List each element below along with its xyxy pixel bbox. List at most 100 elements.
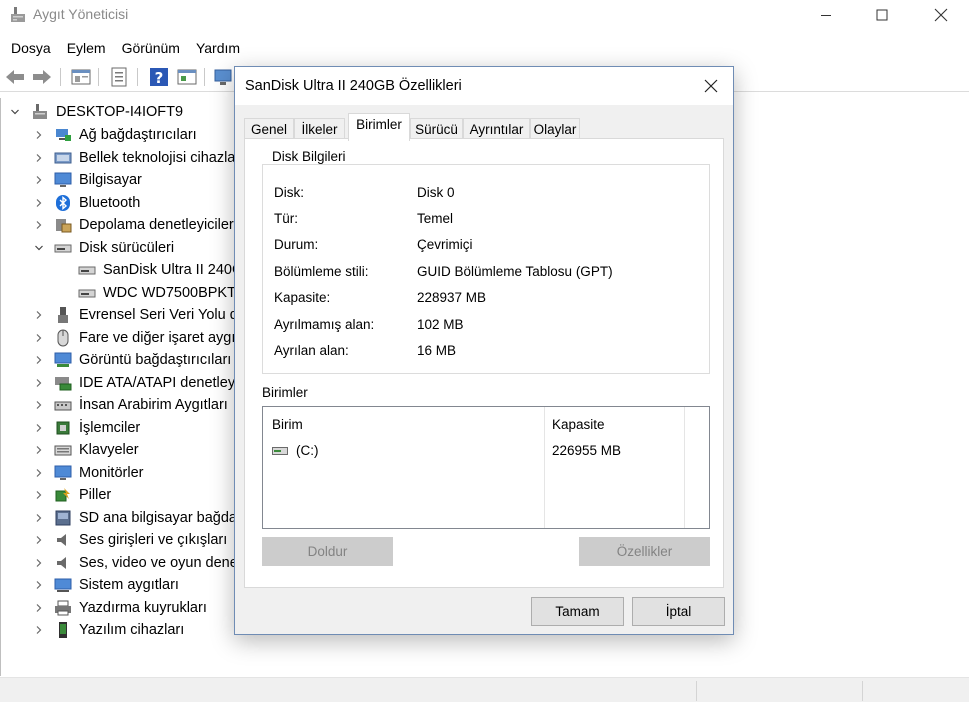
help-icon[interactable]: ?: [148, 66, 170, 88]
chevron-right-icon[interactable]: [34, 378, 44, 388]
storage-controller-icon: [56, 219, 72, 233]
tree-item-label: Yazılım cihazları: [79, 622, 185, 638]
dialog-title: SanDisk Ultra II 240GB Özellikleri: [245, 78, 462, 94]
capacity-value: 228937 MB: [417, 290, 487, 305]
forward-arrow-icon[interactable]: [31, 66, 53, 88]
printer-icon: [55, 600, 71, 615]
close-button[interactable]: [918, 0, 964, 30]
chevron-right-icon[interactable]: [34, 445, 44, 455]
chevron-right-icon[interactable]: [34, 513, 44, 523]
menu-help[interactable]: Yardım: [188, 36, 248, 60]
chevron-down-icon[interactable]: [34, 243, 44, 253]
tab-driver[interactable]: Sürücü: [410, 118, 463, 140]
maximize-icon: [876, 9, 888, 21]
minimize-icon: [821, 15, 831, 16]
dialog-close-button[interactable]: [689, 67, 733, 105]
tree-item-label: Fare ve diğer işaret aygıtları: [79, 329, 260, 346]
chevron-right-icon[interactable]: [34, 400, 44, 410]
maximize-button[interactable]: [859, 0, 905, 30]
tree-item-label: Piller: [79, 487, 112, 503]
chevron-right-icon[interactable]: [34, 558, 44, 568]
ok-button[interactable]: Tamam: [531, 597, 624, 626]
panel-view-icon[interactable]: [176, 66, 198, 88]
system-device-icon: [54, 578, 72, 592]
hid-icon: [54, 401, 72, 411]
chevron-right-icon[interactable]: [34, 625, 44, 635]
processor-icon: [56, 421, 70, 434]
chevron-right-icon[interactable]: [34, 130, 44, 140]
audio-io-icon: [57, 534, 66, 546]
chevron-right-icon[interactable]: [34, 310, 44, 320]
disk-icon: [78, 289, 96, 297]
disk-key: Disk:: [274, 185, 304, 200]
type-key: Tür:: [274, 211, 299, 226]
tree-item-label: Depolama denetleyicileri: [79, 217, 237, 233]
svg-text:?: ?: [155, 69, 164, 87]
reserved-value: 16 MB: [417, 343, 457, 358]
tab-general[interactable]: Genel: [244, 118, 294, 140]
tree-item-label: Bluetooth: [79, 194, 141, 211]
list-view-icon[interactable]: [108, 66, 130, 88]
monitor-icon: [54, 465, 72, 480]
chevron-right-icon[interactable]: [34, 175, 44, 185]
tree-root-label: DESKTOP-I4IOFT9: [56, 104, 184, 120]
menu-file[interactable]: Dosya: [3, 36, 59, 60]
tree-item-label: Ses girişleri ve çıkışları: [79, 532, 228, 548]
chevron-right-icon[interactable]: [34, 535, 44, 545]
chevron-right-icon[interactable]: [34, 468, 44, 478]
reserved-key: Ayrılan alan:: [274, 343, 349, 358]
tree-item-label: Görüntü bağdaştırıcıları: [79, 352, 232, 368]
volume-cell: (C:): [296, 443, 319, 458]
properties-view-icon[interactable]: [70, 66, 92, 88]
volumes-list[interactable]: Birim Kapasite (C:) 226955 MB: [262, 406, 710, 529]
menu-view[interactable]: Görünüm: [114, 36, 188, 60]
populate-button[interactable]: Doldur: [262, 537, 393, 566]
partition-style-value: GUID Bölümleme Tablosu (GPT): [417, 264, 613, 279]
tree-item-label: İşlemciler: [79, 419, 141, 436]
dialog-titlebar: SanDisk Ultra II 240GB Özellikleri: [235, 67, 733, 105]
tree-item-label: Bellek teknolojisi cihazları: [79, 149, 245, 166]
unallocated-value: 102 MB: [417, 317, 464, 332]
column-header-volume[interactable]: Birim: [272, 417, 303, 432]
chevron-right-icon[interactable]: [34, 580, 44, 590]
tab-details[interactable]: Ayrıntılar: [463, 118, 530, 140]
display-adapter-icon: [54, 352, 72, 367]
menu-action[interactable]: Eylem: [59, 36, 114, 60]
network-adapter-icon: [56, 129, 71, 141]
software-device-icon: [59, 622, 67, 638]
disk-info-title: Disk Bilgileri: [267, 149, 351, 164]
chevron-right-icon[interactable]: [34, 333, 44, 343]
window-title: Aygıt Yöneticisi: [33, 6, 129, 22]
chevron-right-icon[interactable]: [34, 220, 44, 230]
tab-volumes[interactable]: Birimler: [348, 113, 410, 141]
volume-properties-button[interactable]: Özellikler: [579, 537, 710, 566]
battery-icon: [55, 488, 70, 502]
disk-drive-icon: [54, 244, 72, 252]
mouse-icon: [57, 329, 69, 346]
window-titlebar: Aygıt Yöneticisi: [0, 0, 969, 30]
menu-bar: Dosya Eylem Görünüm Yardım: [0, 36, 969, 60]
tab-events[interactable]: Olaylar: [530, 118, 580, 140]
sd-host-icon: [55, 510, 71, 525]
cancel-button[interactable]: İptal: [632, 597, 725, 626]
back-arrow-icon[interactable]: [4, 66, 26, 88]
tab-policies[interactable]: İlkeler: [294, 118, 345, 140]
computer-icon: [54, 172, 72, 187]
chevron-right-icon[interactable]: [34, 423, 44, 433]
chevron-right-icon[interactable]: [34, 153, 44, 163]
chevron-right-icon[interactable]: [34, 198, 44, 208]
chevron-right-icon[interactable]: [34, 355, 44, 365]
tree-item-label: Yazdırma kuyrukları: [79, 599, 207, 616]
chevron-right-icon[interactable]: [34, 490, 44, 500]
scan-hardware-icon[interactable]: [212, 66, 234, 88]
column-header-capacity[interactable]: Kapasite: [552, 417, 605, 432]
minimize-button[interactable]: [803, 0, 849, 30]
chevron-right-icon[interactable]: [34, 603, 44, 613]
bluetooth-icon: [56, 194, 70, 211]
tree-item-label: Disk sürücüleri: [79, 239, 175, 256]
capacity-key: Kapasite:: [274, 290, 331, 305]
partition-style-key: Bölümleme stili:: [274, 264, 369, 279]
tree-item-label: SanDisk Ultra II 240GB: [103, 262, 253, 278]
capacity-cell: 226955 MB: [552, 443, 622, 458]
memory-tech-icon: [54, 152, 72, 163]
